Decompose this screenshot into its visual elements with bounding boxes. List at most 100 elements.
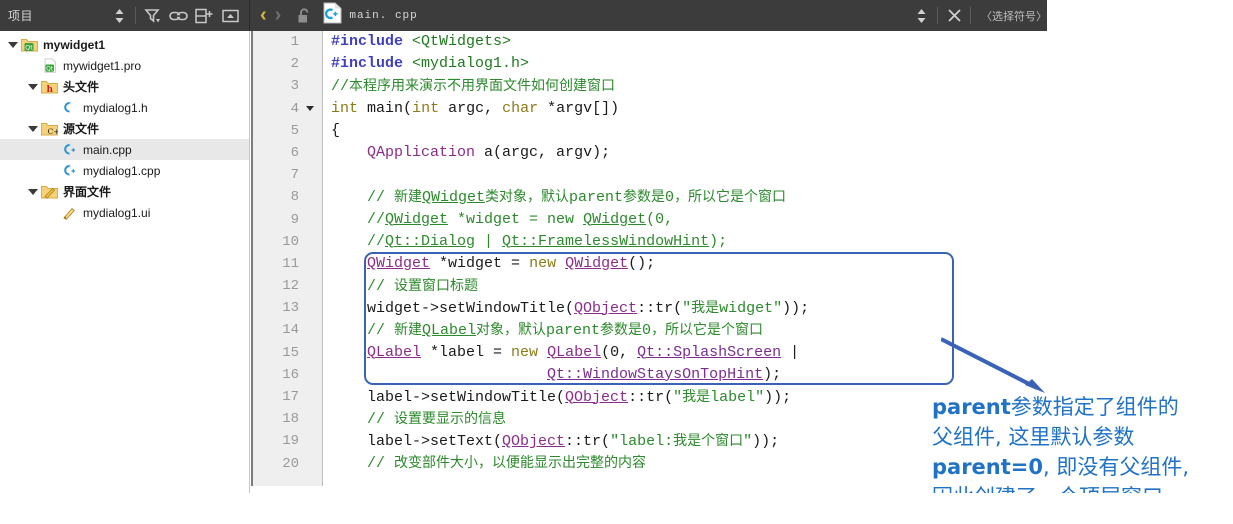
line-number: 13 — [282, 300, 299, 317]
line-number: 19 — [282, 433, 299, 450]
symbol-selector-dropdown[interactable]: 〈选择符号〉 — [974, 8, 1047, 24]
navigate-forward-button[interactable]: › — [271, 4, 286, 27]
fold-arrow-down-icon[interactable] — [299, 106, 321, 112]
file-updown-selector-icon[interactable] — [908, 3, 934, 29]
window-bottom-strip — [0, 493, 1233, 524]
tree-item-label: main.cpp — [83, 142, 132, 157]
line-number: 6 — [290, 144, 299, 161]
code-line[interactable]: 13 widget->setWindowTitle(QObject::tr("我… — [251, 297, 1233, 319]
code-line-text: #include <QtWidgets> — [331, 33, 512, 50]
toolbar-right-empty-area — [1047, 0, 1233, 31]
tree-item-mywidget1[interactable]: Qt mywidget1 — [0, 34, 249, 55]
source-folder-icon: C+ — [41, 121, 60, 136]
tree-item-label: mydialog1.h — [83, 100, 148, 115]
code-line-text: int main(int argc, char *argv[]) — [331, 99, 620, 117]
close-icon[interactable] — [941, 3, 967, 29]
svg-text:Qt: Qt — [46, 65, 54, 72]
cpp-source-file-icon — [61, 163, 78, 178]
tree-item--[interactable]: C+ 源文件 — [0, 118, 249, 139]
tree-item-main.cpp[interactable]: main.cpp — [0, 139, 249, 160]
code-line-text: //QWidget *widget = new QWidget(0, — [331, 210, 674, 228]
code-line[interactable]: 4 int main(int argc, char *argv[]) — [251, 98, 1233, 120]
code-line[interactable]: 11 QWidget *widget = new QWidget(); — [251, 253, 1233, 275]
line-number: 20 — [282, 455, 299, 472]
toolbar-divider — [135, 7, 136, 24]
line-number: 5 — [290, 122, 299, 139]
tree-item-label: mydialog1.cpp — [83, 163, 161, 178]
line-number: 12 — [282, 278, 299, 295]
tree-item--[interactable]: h 头文件 — [0, 76, 249, 97]
header-folder-icon: h — [41, 79, 58, 95]
toolbar-divider-3 — [970, 7, 971, 24]
line-number: 4 — [290, 100, 299, 117]
line-number: 17 — [282, 389, 299, 405]
code-line[interactable]: 8 // 新建QWidget类对象，默认parent参数是0，所以它是个窗口 — [251, 186, 1233, 208]
expand-arrow-down-icon[interactable] — [27, 81, 38, 92]
code-line[interactable]: 10 //Qt::Dialog | Qt::FramelessWindowHin… — [251, 231, 1233, 253]
ui-folder-icon — [41, 184, 58, 199]
tree-item-mydialog1.ui[interactable]: mydialog1.ui — [0, 202, 249, 223]
annotation-line: 父组件, 这里默认参数 — [932, 425, 1135, 449]
code-line-text: { — [331, 121, 341, 139]
tree-item-label: 界面文件 — [63, 185, 112, 199]
line-number: 9 — [290, 211, 299, 228]
code-line[interactable]: 1 #include <QtWidgets> — [251, 31, 1233, 53]
code-line-text: //本程序用来演示不用界面文件如何创建窗口 — [331, 77, 616, 95]
cpp-source-file-icon — [61, 142, 78, 157]
tree-item-label: mydialog1.ui — [83, 205, 151, 220]
project-pane-toolbar: 项目 — [0, 0, 250, 31]
code-line[interactable]: 15 QLabel *label = new QLabel(0, Qt::Spl… — [251, 342, 1233, 364]
tree-item-mydialog1.h[interactable]: mydialog1.h — [0, 97, 249, 118]
code-line-text: // 新建QLabel对象，默认parent参数是0，所以它是个窗口 — [331, 321, 764, 339]
line-number: 10 — [282, 233, 299, 250]
annotation-line: parent=0, 即没有父组件, — [932, 455, 1190, 479]
link-icon[interactable] — [165, 3, 191, 29]
cpp-source-file-icon — [323, 2, 342, 29]
project-pane-title: 项目 — [8, 9, 34, 23]
svg-text:Qt: Qt — [25, 44, 33, 52]
current-file-chip[interactable]: main. cpp — [323, 2, 417, 29]
tree-item-mywidget1.pro[interactable]: Qt mywidget1.pro — [0, 55, 249, 76]
toolbar-divider-2 — [937, 7, 938, 24]
qt-pro-file-icon: Qt — [41, 58, 58, 73]
navigate-back-button[interactable]: ‹ — [256, 4, 271, 27]
code-line-text: // 设置窗口标题 — [331, 277, 479, 295]
expand-arrow-down-icon[interactable] — [27, 123, 38, 134]
code-line[interactable]: 2 #include <mydialog1.h> — [251, 53, 1233, 75]
svg-text:C+: C+ — [48, 127, 59, 136]
line-number: 15 — [282, 344, 299, 361]
code-line-text: QLabel *label = new QLabel(0, Qt::Splash… — [367, 343, 800, 361]
splitter-updown-icon[interactable] — [106, 3, 132, 29]
tree-item--[interactable]: 界面文件 — [0, 181, 249, 202]
code-line[interactable]: 5{ — [251, 120, 1233, 142]
unlocked-padlock-icon[interactable] — [291, 3, 317, 29]
expand-arrow-down-icon[interactable] — [7, 39, 18, 50]
code-line-text: widget->setWindowTitle(QObject::tr("我是wi… — [331, 299, 810, 317]
tree-item-label: 头文件 — [63, 80, 100, 94]
line-number: 7 — [290, 167, 299, 184]
qt-creator-window: 项目 ‹ › main. cpp 〈选择符号〉 Qt mywidget1 Qt … — [0, 0, 1233, 524]
code-line[interactable]: 3 //本程序用来演示不用界面文件如何创建窗口 — [251, 75, 1233, 97]
ui-file-icon — [61, 205, 78, 220]
code-line-text: #include <mydialog1.h> — [331, 55, 530, 73]
line-number: 16 — [282, 366, 299, 383]
expand-arrow-down-icon[interactable] — [27, 186, 38, 197]
line-number: 2 — [290, 56, 299, 73]
code-line[interactable]: 14 // 新建QLabel对象，默认parent参数是0，所以它是个窗口 — [251, 319, 1233, 341]
current-file-name: main. cpp — [349, 9, 418, 22]
editor-toolbar: ‹ › main. cpp 〈选择符号〉 — [250, 0, 1047, 31]
code-line[interactable]: 7 — [251, 164, 1233, 186]
code-line[interactable]: 6 QApplication a(argc, argv); — [251, 142, 1233, 164]
line-number: 18 — [282, 411, 299, 428]
c-header-file-icon — [61, 100, 78, 115]
code-line[interactable]: 16 Qt::WindowStaysOnTopHint); — [251, 364, 1233, 386]
code-line-text: QApplication a(argc, argv); — [367, 143, 611, 161]
tree-item-label: 源文件 — [63, 122, 100, 136]
split-add-icon[interactable] — [191, 3, 217, 29]
code-line[interactable]: 9 //QWidget *widget = new QWidget(0, — [251, 209, 1233, 231]
code-line[interactable]: 12 // 设置窗口标题 — [251, 275, 1233, 297]
tree-item-mydialog1.cpp[interactable]: mydialog1.cpp — [0, 160, 249, 181]
filter-icon[interactable] — [139, 3, 165, 29]
top-toolbar: 项目 ‹ › main. cpp 〈选择符号〉 — [0, 0, 1047, 31]
collapse-panel-icon[interactable] — [217, 3, 243, 29]
